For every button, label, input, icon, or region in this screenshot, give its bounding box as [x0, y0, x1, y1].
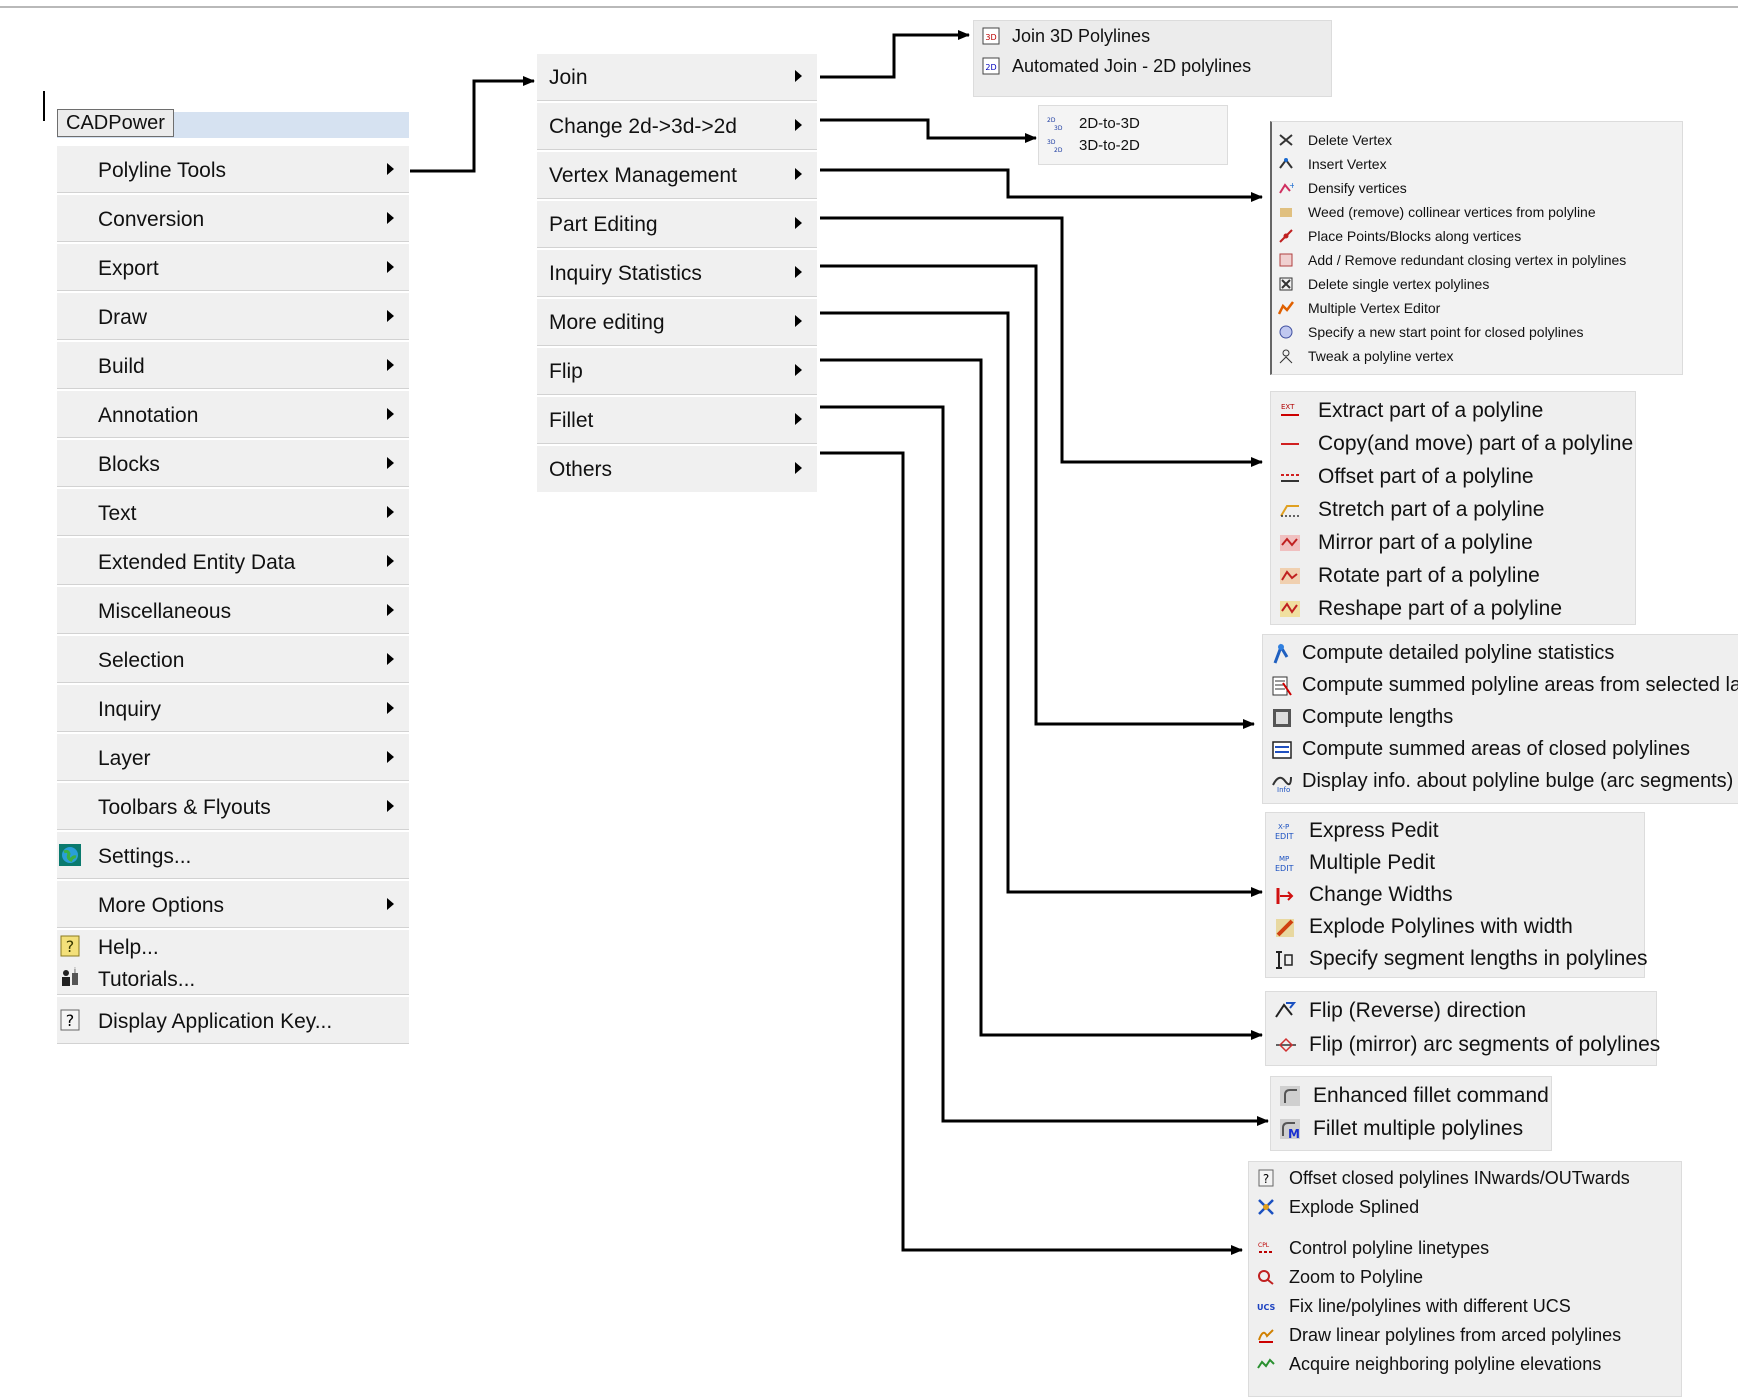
connector-arrows: [410, 30, 1269, 1255]
arrow-change-to-flyout: [820, 118, 1037, 143]
arrow-others-to-flyout: [820, 451, 1243, 1255]
arrow-inquiry-to-flyout: [820, 264, 1255, 729]
arrow-part-editing-to-flyout: [820, 216, 1263, 467]
arrow-join-to-flyout: [820, 30, 970, 79]
menubar-cadpower[interactable]: CADPower: [57, 109, 174, 137]
arrow-fillet-to-flyout: [820, 405, 1269, 1126]
arrow-polyline-tools-to-submenu: [410, 76, 535, 173]
arrow-vertex-to-flyout: [820, 168, 1263, 202]
arrow-more-editing-to-flyout: [820, 311, 1263, 897]
